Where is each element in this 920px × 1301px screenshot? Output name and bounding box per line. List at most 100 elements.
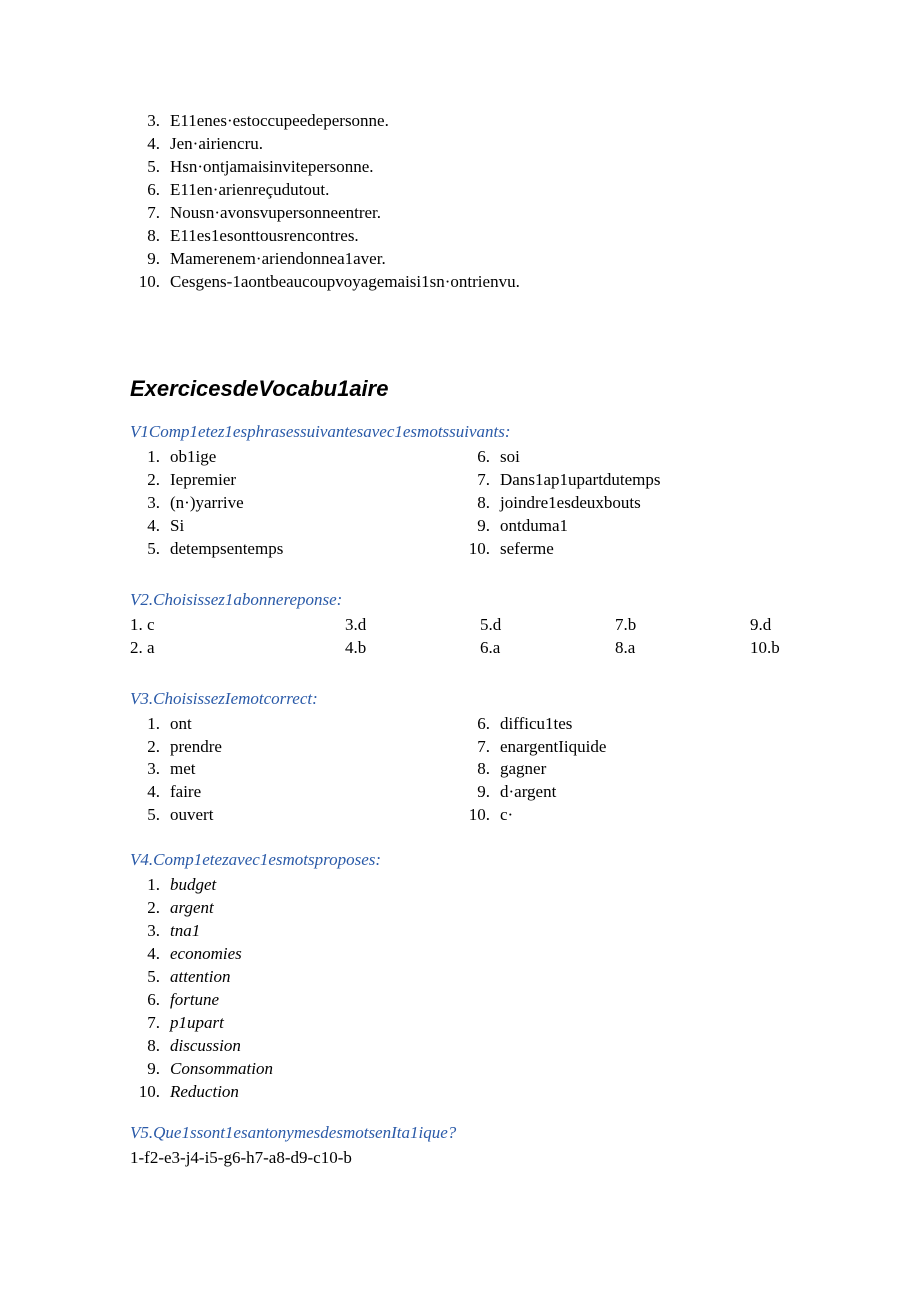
list-number: 7. — [460, 469, 500, 492]
v2-heading: V2.Choisissez1abonnereponse: — [130, 589, 820, 612]
list-number: 3. — [130, 920, 170, 943]
list-text: Hsn·ontjamaisinvitepersonne. — [170, 156, 820, 179]
list-number: 9. — [130, 1058, 170, 1081]
list-text: Reduction — [170, 1081, 820, 1104]
list-text: discussion — [170, 1035, 820, 1058]
answer-cell: 2. a — [130, 637, 280, 660]
list-number: 5. — [130, 966, 170, 989]
list-number: 7. — [130, 202, 170, 225]
list-number: 6. — [460, 446, 500, 469]
list-text: faire — [170, 781, 460, 804]
list-number: 6. — [460, 713, 500, 736]
answer-cell: 1. c — [130, 614, 280, 637]
answer-cell: 10.b — [750, 637, 820, 660]
list-number: 10. — [130, 271, 170, 294]
list-text: fortune — [170, 989, 820, 1012]
list-number: 8. — [130, 225, 170, 248]
list-number: 4. — [130, 133, 170, 156]
list-number: 9. — [460, 781, 500, 804]
v2-row2: 2. a 4.b 6.a 8.a 10.b — [130, 637, 820, 660]
v1-content: 1.ob1ige 2.Iepremier 3.(n·)yarrive 4.Si … — [130, 446, 820, 561]
answer-cell: 4.b — [345, 637, 415, 660]
list-text: Consommation — [170, 1058, 820, 1081]
v5-heading: V5.Que1ssont1esantonymesdesmotsenIta1iqu… — [130, 1122, 820, 1145]
v3-heading: V3.ChoisissezIemotcorrect: — [130, 688, 820, 711]
list-text: tna1 — [170, 920, 820, 943]
list-text: detempsentemps — [170, 538, 460, 561]
list-text: E11enes·estoccupeedepersonne. — [170, 110, 820, 133]
content-area: 3.E11enes·estoccupeedepersonne. 4.Jen·ai… — [130, 110, 820, 1169]
list-number: 1. — [130, 446, 170, 469]
answer-cell: 5.d — [480, 614, 550, 637]
section-title: ExercicesdeVocabu1aire — [130, 374, 820, 404]
list-number: 7. — [460, 736, 500, 759]
list-text: seferme — [500, 538, 820, 561]
list-text: soi — [500, 446, 820, 469]
list-text: p1upart — [170, 1012, 820, 1035]
list-text: ont — [170, 713, 460, 736]
list-text: Nousn·avonsvupersonneentrer. — [170, 202, 820, 225]
answer-cell: 8.a — [615, 637, 685, 660]
list-number: 4. — [130, 515, 170, 538]
list-text: E11es1esonttousrencontres. — [170, 225, 820, 248]
list-text: Mamerenem·ariendonnea1aver. — [170, 248, 820, 271]
list-number: 2. — [130, 469, 170, 492]
list-number: 7. — [130, 1012, 170, 1035]
list-number: 8. — [130, 1035, 170, 1058]
list-text: d·argent — [500, 781, 820, 804]
answer-cell: 6.a — [480, 637, 550, 660]
list-number: 5. — [130, 538, 170, 561]
top-list: 3.E11enes·estoccupeedepersonne. 4.Jen·ai… — [130, 110, 820, 294]
list-number: 5. — [130, 804, 170, 827]
list-text: argent — [170, 897, 820, 920]
list-number: 8. — [460, 758, 500, 781]
list-text: Cesgens-1aontbeaucoupvoyagemaisi1sn·ontr… — [170, 271, 820, 294]
list-text: Dans1ap1upartdutemps — [500, 469, 820, 492]
list-text: ouvert — [170, 804, 460, 827]
list-text: c· — [500, 804, 820, 827]
list-number: 9. — [460, 515, 500, 538]
list-number: 6. — [130, 179, 170, 202]
list-text: prendre — [170, 736, 460, 759]
list-text: E11en·arienreçudutout. — [170, 179, 820, 202]
list-text: enargentIiquide — [500, 736, 820, 759]
list-number: 2. — [130, 736, 170, 759]
page: 3.E11enes·estoccupeedepersonne. 4.Jen·ai… — [0, 0, 920, 1301]
list-number: 4. — [130, 943, 170, 966]
answer-cell: 9.d — [750, 614, 820, 637]
v3-content: 1.ont 2.prendre 3.met 4.faire 5.ouvert 6… — [130, 713, 820, 828]
v4-content: 1. budget 2. argent 3. tna1 4. economies… — [130, 874, 820, 1103]
list-text: ob1ige — [170, 446, 460, 469]
list-text: Iepremier — [170, 469, 460, 492]
list-text: Jen·airiencru. — [170, 133, 820, 156]
list-text: economies — [170, 943, 820, 966]
list-text: (n·)yarrive — [170, 492, 460, 515]
list-text: ontduma1 — [500, 515, 820, 538]
v5-line: 1-f2-e3-j4-i5-g6-h7-a8-d9-c10-b — [130, 1147, 820, 1170]
list-number: 10. — [460, 538, 500, 561]
list-number: 4. — [130, 781, 170, 804]
list-text: joindre1esdeuxbouts — [500, 492, 820, 515]
list-text: gagner — [500, 758, 820, 781]
list-number: 10. — [130, 1081, 170, 1104]
list-text: difficu1tes — [500, 713, 820, 736]
answer-cell: 7.b — [615, 614, 685, 637]
answer-cell: 3.d — [345, 614, 415, 637]
v1-heading: V1Comp1etez1esphrasessuivantesavec1esmot… — [130, 421, 820, 444]
list-number: 8. — [460, 492, 500, 515]
list-number: 3. — [130, 758, 170, 781]
list-number: 6. — [130, 989, 170, 1012]
list-number: 5. — [130, 156, 170, 179]
list-number: 2. — [130, 897, 170, 920]
list-number: 1. — [130, 713, 170, 736]
list-text: met — [170, 758, 460, 781]
list-number: 3. — [130, 492, 170, 515]
list-number: 10. — [460, 804, 500, 827]
list-text: Si — [170, 515, 460, 538]
list-number: 9. — [130, 248, 170, 271]
list-text: budget — [170, 874, 820, 897]
v2-row1: 1. c 3.d 5.d 7.b 9.d — [130, 614, 820, 637]
v4-heading: V4.Comp1etezavec1esmotsproposes: — [130, 849, 820, 872]
list-number: 1. — [130, 874, 170, 897]
list-number: 3. — [130, 110, 170, 133]
